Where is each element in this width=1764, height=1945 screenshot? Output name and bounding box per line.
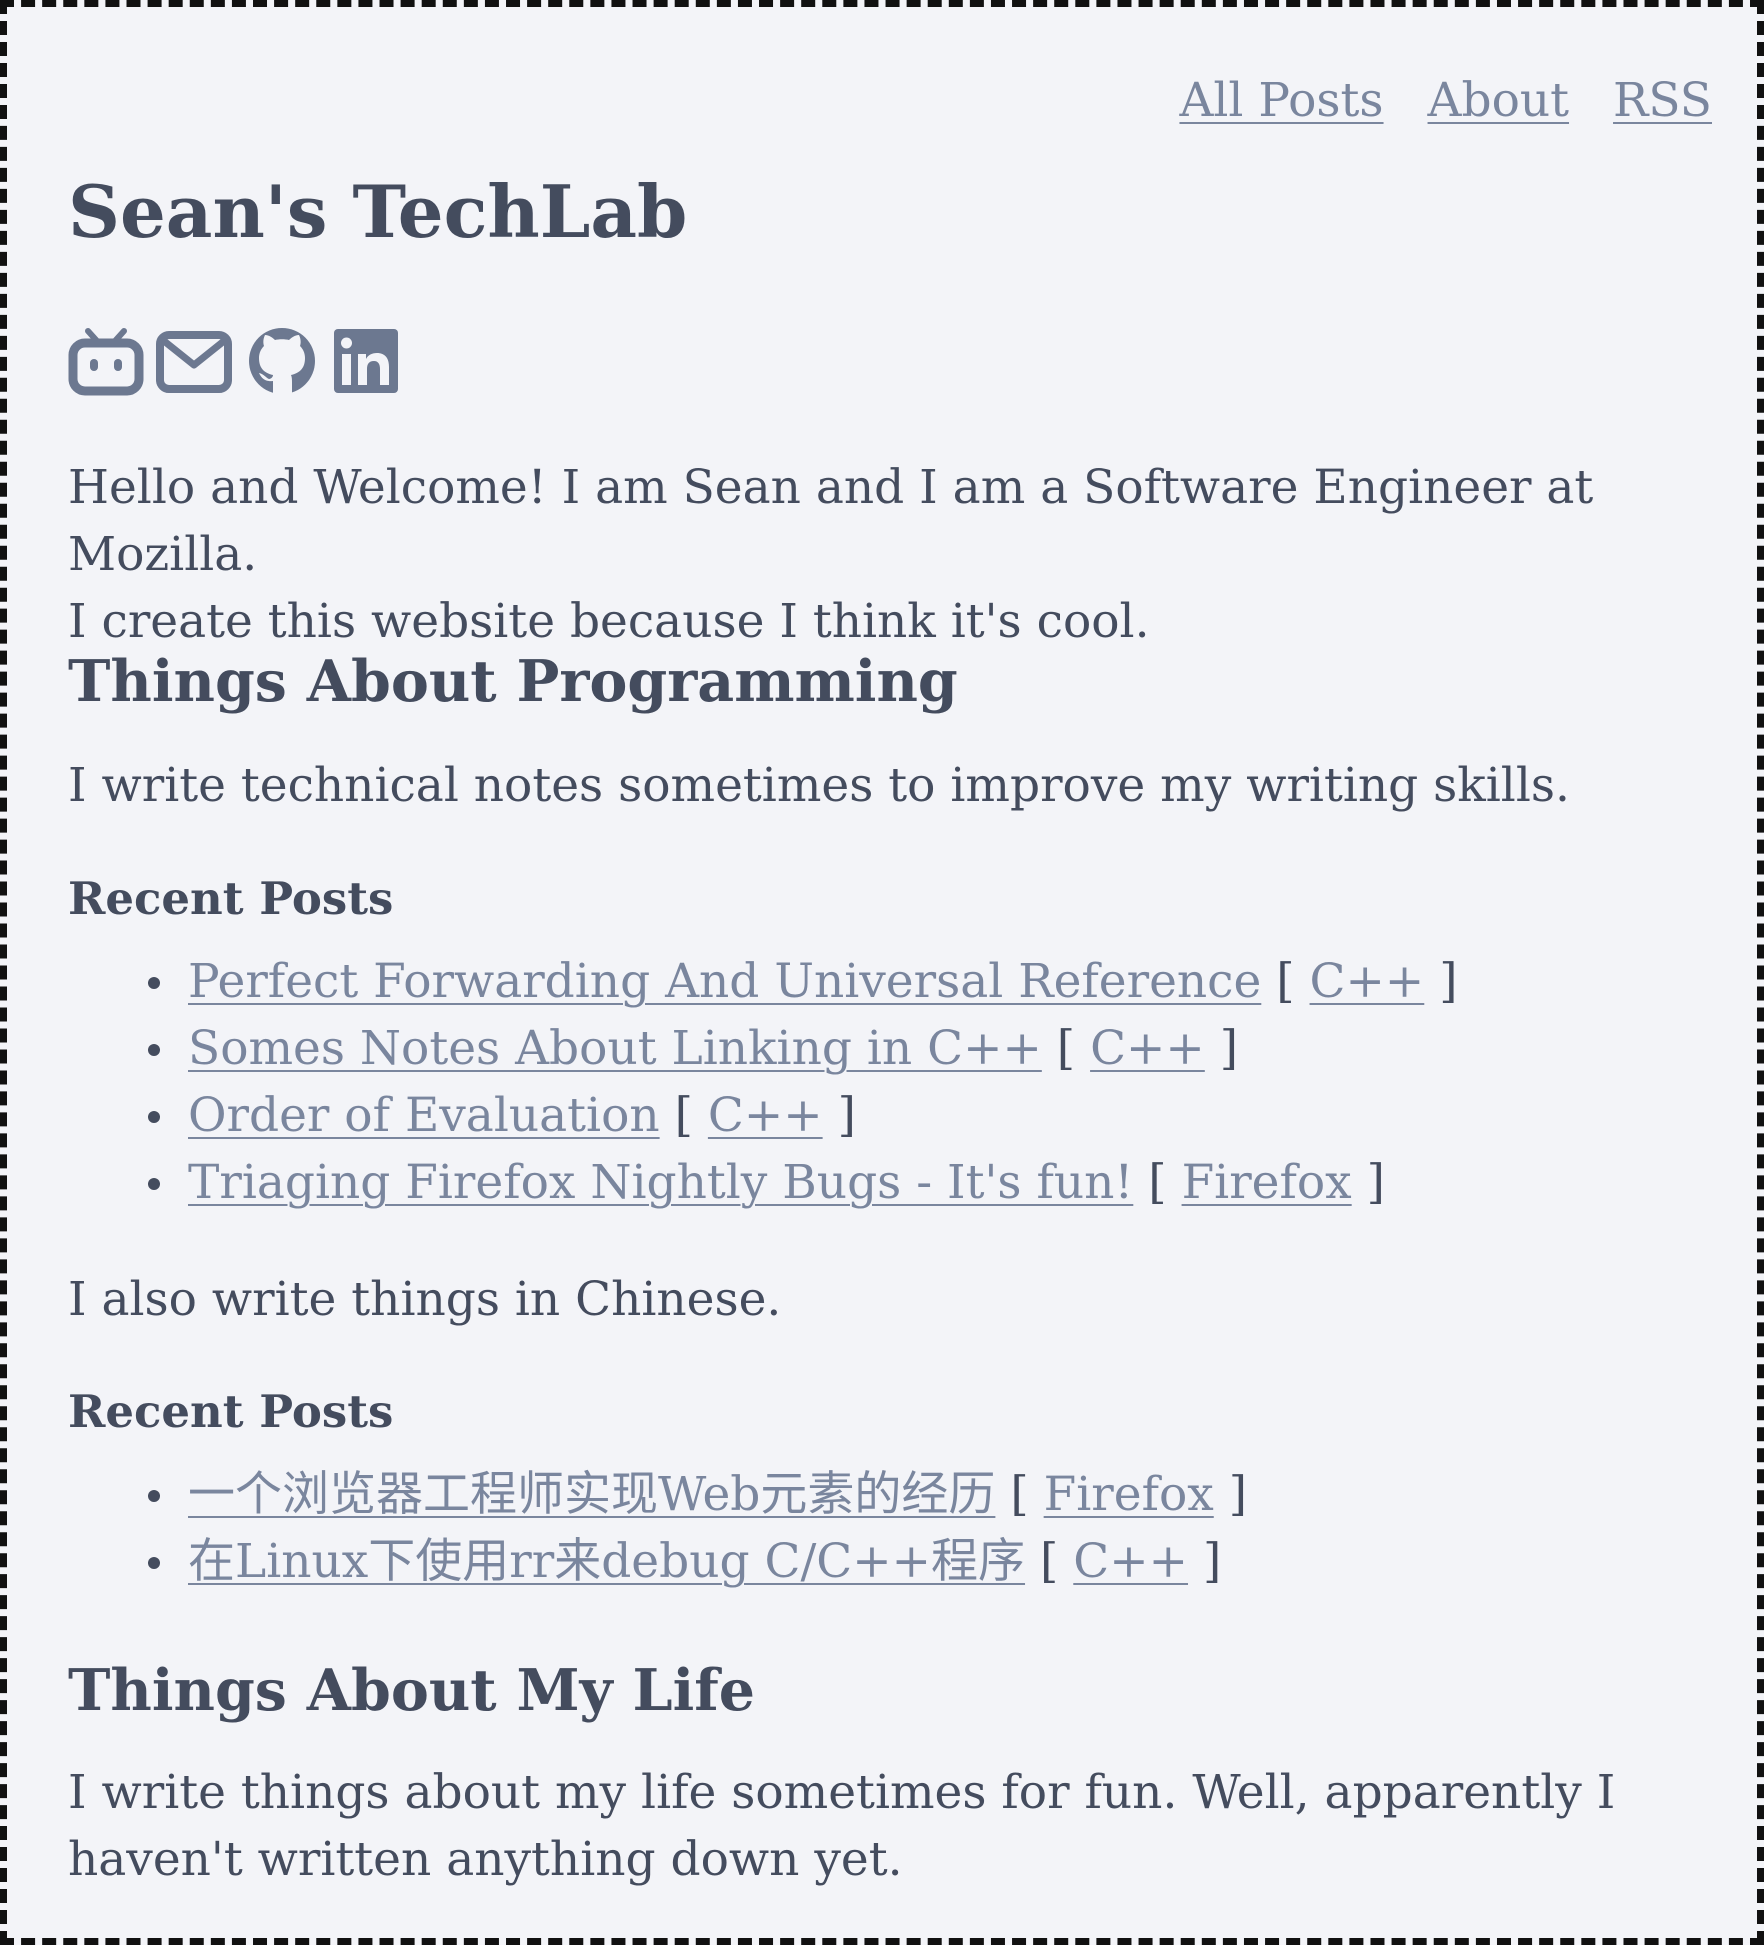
nav-all-posts-link[interactable]: All Posts: [1179, 73, 1383, 129]
post-link[interactable]: Somes Notes About Linking in C++: [188, 1021, 1042, 1076]
recent-posts-heading: Recent Posts: [68, 872, 394, 925]
top-nav: All Posts About RSS: [1179, 73, 1712, 129]
life-heading: Things About My Life: [68, 1657, 756, 1724]
page-frame: All Posts About RSS Sean's TechLab Hello…: [0, 0, 1764, 1945]
list-item: Triaging Firefox Nightly Bugs - It's fun…: [68, 1149, 1458, 1216]
tag-close-bracket: ]: [1366, 1155, 1385, 1210]
list-item: Order of Evaluation [ C++ ]: [68, 1082, 1458, 1149]
tag-link[interactable]: C++: [1090, 1021, 1205, 1076]
social-icons: [68, 325, 400, 397]
intro-line-2: I create this website because I think it…: [68, 594, 1150, 649]
github-icon[interactable]: [244, 325, 320, 397]
programming-description: I write technical notes sometimes to imp…: [68, 758, 1570, 813]
life-text: I write things about my life sometimes f…: [68, 1759, 1615, 1893]
tag-open-bracket: [: [1148, 1155, 1167, 1210]
tag-open-bracket: [: [1056, 1021, 1076, 1076]
list-item: Somes Notes About Linking in C++ [ C++ ]: [68, 1015, 1458, 1082]
tag-link[interactable]: C++: [1310, 954, 1425, 1009]
chinese-recent-posts-heading: Recent Posts: [68, 1385, 394, 1438]
tag-link[interactable]: Firefox: [1044, 1467, 1214, 1522]
post-link[interactable]: Perfect Forwarding And Universal Referen…: [188, 954, 1261, 1009]
tag-open-bracket: [: [1276, 954, 1295, 1009]
list-item: Perfect Forwarding And Universal Referen…: [68, 948, 1458, 1015]
tag-close-bracket: ]: [837, 1088, 856, 1143]
bilibili-icon[interactable]: [68, 325, 144, 397]
tag-close-bracket: ]: [1202, 1534, 1222, 1589]
post-link[interactable]: 在Linux下使用rr来debug C/C++程序: [188, 1534, 1025, 1589]
list-item: 在Linux下使用rr来debug C/C++程序 [ C++ ]: [68, 1528, 1247, 1595]
recent-posts-list: Perfect Forwarding And Universal Referen…: [68, 948, 1458, 1216]
tag-open-bracket: [: [1010, 1467, 1029, 1522]
tag-link[interactable]: C++: [1073, 1534, 1188, 1589]
post-link[interactable]: 一个浏览器工程师实现Web元素的经历: [188, 1467, 995, 1522]
tag-close-bracket: ]: [1219, 1021, 1239, 1076]
email-icon[interactable]: [156, 325, 232, 397]
programming-heading: Things About Programming: [68, 648, 958, 715]
life-line-1: I write things about my life sometimes f…: [68, 1765, 1616, 1820]
chinese-posts-list: 一个浏览器工程师实现Web元素的经历 [ Firefox ] 在Linux下使用…: [68, 1461, 1247, 1595]
tag-link[interactable]: Firefox: [1182, 1155, 1352, 1210]
intro-text: Hello and Welcome! I am Sean and I am a …: [68, 454, 1728, 655]
post-link[interactable]: Triaging Firefox Nightly Bugs - It's fun…: [188, 1155, 1133, 1210]
linkedin-icon[interactable]: [332, 325, 400, 397]
site-title: Sean's TechLab: [68, 169, 688, 254]
tag-close-bracket: ]: [1228, 1467, 1248, 1522]
list-item: 一个浏览器工程师实现Web元素的经历 [ Firefox ]: [68, 1461, 1247, 1528]
tag-open-bracket: [: [674, 1088, 693, 1143]
tag-link[interactable]: C++: [708, 1088, 823, 1143]
post-link[interactable]: Order of Evaluation: [188, 1088, 660, 1143]
chinese-note: I also write things in Chinese.: [68, 1272, 782, 1327]
tag-open-bracket: [: [1039, 1534, 1059, 1589]
intro-line-1: Hello and Welcome! I am Sean and I am a …: [68, 460, 1594, 582]
nav-rss-link[interactable]: RSS: [1613, 73, 1712, 129]
tag-close-bracket: ]: [1439, 954, 1458, 1009]
life-line-2: haven't written anything down yet.: [68, 1832, 903, 1887]
nav-about-link[interactable]: About: [1428, 73, 1569, 129]
